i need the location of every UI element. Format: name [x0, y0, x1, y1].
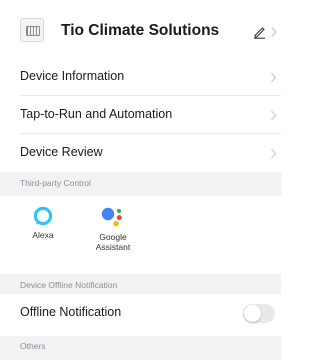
chevron-right-icon	[271, 72, 277, 83]
google-assistant-tile[interactable]: Google Assistant	[83, 206, 143, 252]
chevron-right-icon	[271, 110, 277, 121]
offline-notification-label: Offline Notification	[20, 305, 122, 319]
chevron-right-icon	[271, 148, 277, 159]
menu-item-label: Device Review	[20, 145, 103, 159]
menu-item-tap-to-run-and-automation[interactable]: Tap-to-Run and Automation	[0, 96, 281, 134]
menu-item-label: Tap-to-Run and Automation	[20, 107, 173, 121]
menu-item-device-information[interactable]: Device Information	[0, 58, 281, 96]
device-thumbnail	[20, 18, 44, 42]
toggle-knob	[244, 305, 261, 322]
alexa-label: Alexa	[32, 230, 54, 240]
chevron-right-icon[interactable]	[270, 26, 278, 38]
device-header: Tio Climate Solutions	[0, 0, 281, 58]
google-assistant-label: Google Assistant	[95, 232, 131, 252]
third-party-control-panel: Alexa Google Assistant	[0, 196, 281, 270]
alexa-icon	[33, 206, 53, 226]
device-title: Tio Climate Solutions	[61, 22, 220, 39]
pencil-icon[interactable]	[253, 25, 267, 39]
offline-notification-row: Offline Notification	[0, 294, 281, 332]
section-header-third-party: Third-party Control	[0, 172, 281, 196]
alexa-tile[interactable]: Alexa	[13, 206, 73, 240]
section-title: Device Offline Notification	[20, 280, 118, 290]
google-assistant-icon	[101, 207, 122, 227]
section-header-others: Others	[0, 336, 281, 360]
offline-notification-toggle[interactable]	[243, 304, 275, 323]
section-title: Third-party Control	[20, 178, 91, 188]
menu-item-device-review[interactable]: Device Review	[0, 134, 281, 172]
menu-item-label: Device Information	[20, 69, 125, 83]
